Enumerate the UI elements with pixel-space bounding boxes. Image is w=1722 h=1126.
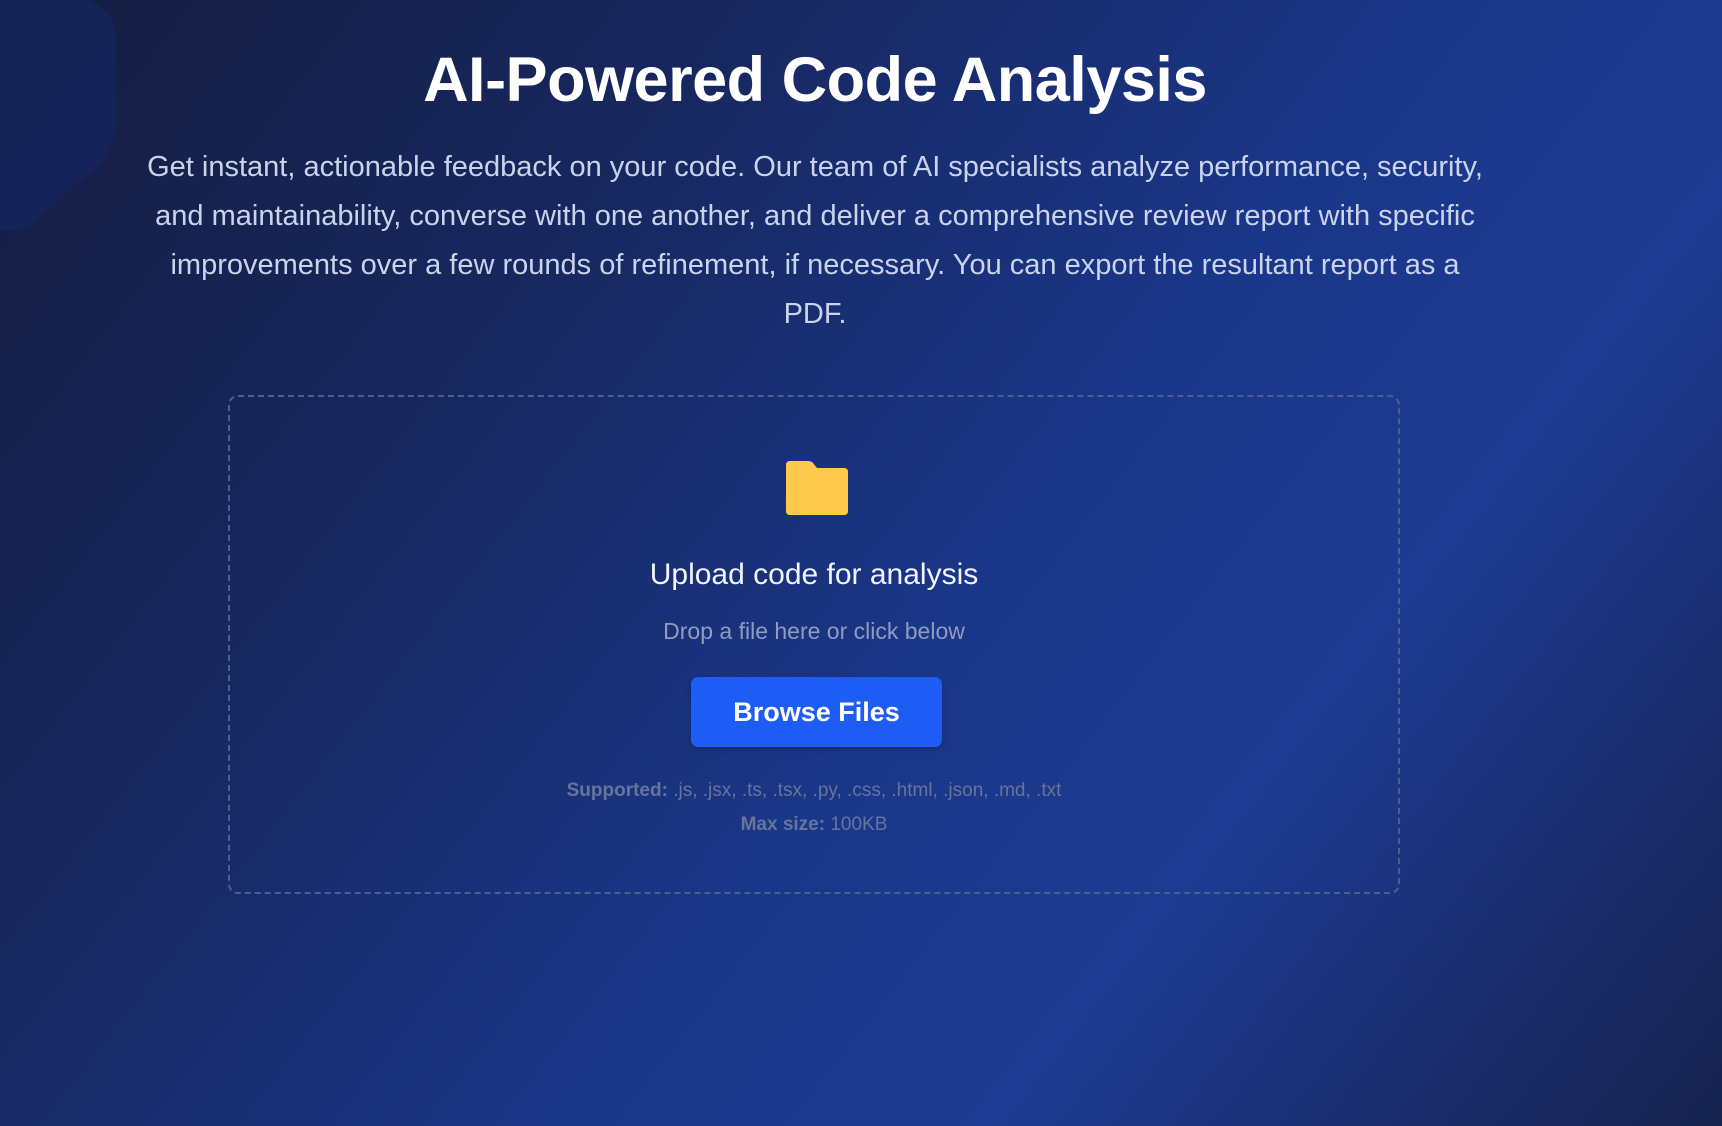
page-title: AI-Powered Code Analysis [423, 45, 1207, 115]
folder-icon [786, 461, 848, 515]
supported-value: .js, .jsx, .ts, .tsx, .py, .css, .html, … [667, 780, 1062, 801]
max-size-label: Max size: [740, 814, 826, 835]
supported-label: Supported: [566, 780, 668, 801]
browse-files-button[interactable]: Browse Files [691, 677, 942, 747]
max-size-value: 100KB [825, 814, 888, 835]
supported-formats: Supported: .js, .jsx, .ts, .tsx, .py, .c… [230, 778, 1398, 804]
max-size-info: Max size: 100KB [230, 812, 1398, 838]
file-dropzone[interactable]: Upload code for analysis Drop a file her… [228, 395, 1400, 894]
upload-hint: Drop a file here or click below [663, 618, 965, 644]
upload-title: Upload code for analysis [649, 558, 979, 591]
intro-description: Get instant, actionable feedback on your… [147, 151, 1483, 330]
